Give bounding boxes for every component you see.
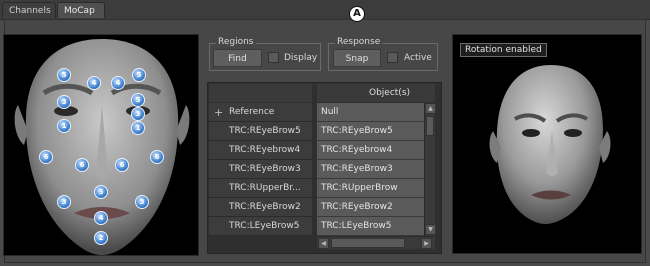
active-label: Active <box>404 53 432 63</box>
list-item-label: TRC:RUpperBr... <box>229 183 301 193</box>
face-marker[interactable]: 4 <box>87 76 101 90</box>
list-item-label: TRC:REyeBrow5 <box>229 126 301 136</box>
regions-group-title: Regions <box>216 37 256 47</box>
list-item-label: TRC:REyebrow4 <box>229 145 301 155</box>
active-checkbox[interactable] <box>387 52 398 63</box>
object-row[interactable]: TRC:REyebrow4 <box>317 141 424 160</box>
face-marker[interactable]: 3 <box>135 195 149 209</box>
display-checkbox[interactable] <box>268 52 279 63</box>
face-marker[interactable]: 6 <box>150 150 164 164</box>
face-marker[interactable]: 4 <box>94 211 108 225</box>
object-row[interactable]: TRC:REyeBrow2 <box>317 198 424 217</box>
face-marker[interactable]: 3 <box>57 95 71 109</box>
objects-header: Object(s) <box>317 84 435 102</box>
object-row-label: TRC:RUpperBrow <box>321 183 398 193</box>
objects-header-label: Object(s) <box>369 88 411 98</box>
scroll-down-icon[interactable]: ▼ <box>425 224 436 235</box>
rotation-enabled-text: Rotation enabled <box>465 45 542 55</box>
tab-mocap-label: MoCap <box>64 6 95 16</box>
snap-button-label: Snap <box>345 54 369 64</box>
object-row-label: TRC:LEyeBrow5 <box>321 221 392 231</box>
face-marker[interactable]: 1 <box>57 119 71 133</box>
face-marker[interactable]: 6 <box>115 158 129 172</box>
tab-bar: Channels MoCap <box>0 0 650 20</box>
mapping-list-area: Object(s) + Reference TRC:REyeBrow5 TRC:… <box>207 82 442 254</box>
object-row[interactable]: Null <box>317 103 424 122</box>
preview-face-image <box>489 65 611 224</box>
add-icon[interactable]: + <box>214 103 223 121</box>
object-row-label: TRC:REyeBrow3 <box>321 164 393 174</box>
scroll-up-icon[interactable]: ▲ <box>425 103 436 114</box>
scroll-left-icon[interactable]: ◀ <box>318 238 329 249</box>
left-list-header <box>209 84 312 102</box>
list-item[interactable]: TRC:LEyeBrow5 <box>209 217 312 236</box>
face-marker[interactable]: 3 <box>57 195 71 209</box>
callout-a-badge: A <box>349 6 365 22</box>
rotation-preview[interactable]: Rotation enabled <box>452 34 642 254</box>
face-marker[interactable]: 6 <box>39 150 53 164</box>
list-item-label: Reference <box>229 107 275 117</box>
tab-channels-label: Channels <box>9 6 51 16</box>
object-row-label: TRC:REyeBrow2 <box>321 202 393 212</box>
face-marker[interactable]: 5 <box>57 68 71 82</box>
objects-vertical-scrollbar[interactable]: ▲ ▼ <box>424 103 436 236</box>
find-button[interactable]: Find <box>213 49 262 67</box>
display-label: Display <box>284 53 318 63</box>
list-item[interactable]: TRC:REyeBrow5 <box>209 122 312 141</box>
list-item-label: TRC:LEyeBrow5 <box>229 221 300 231</box>
snap-button[interactable]: Snap <box>333 49 381 67</box>
list-item[interactable]: TRC:REyebrow4 <box>209 141 312 160</box>
list-item-label: TRC:REyeBrow3 <box>229 164 301 174</box>
face-marker[interactable]: 4 <box>111 76 125 90</box>
list-item[interactable]: TRC:REyeBrow3 <box>209 160 312 179</box>
list-item-reference[interactable]: + Reference <box>209 103 312 122</box>
list-item[interactable]: TRC:RUpperBr... <box>209 179 312 198</box>
face-marker[interactable]: 5 <box>131 93 145 107</box>
response-group-title: Response <box>335 37 383 47</box>
objects-horizontal-scrollbar[interactable]: ◀ ▶ <box>317 236 435 249</box>
tab-channels[interactable]: Channels <box>2 2 56 18</box>
find-button-label: Find <box>228 54 247 64</box>
list-item-label: TRC:REyeBrow2 <box>229 202 301 212</box>
object-row-label: Null <box>321 107 339 117</box>
face-marker[interactable]: 6 <box>75 158 89 172</box>
list-item[interactable]: TRC:REyeBrow2 <box>209 198 312 217</box>
object-row[interactable]: TRC:REyeBrow5 <box>317 122 424 141</box>
scroll-thumb[interactable] <box>331 238 405 248</box>
object-row[interactable]: TRC:LEyeBrow5 <box>317 217 424 236</box>
face-marker-view[interactable]: 5 5 4 4 5 3 3 1 1 6 6 6 6 5 3 3 4 2 <box>3 34 199 256</box>
object-row-label: TRC:REyebrow4 <box>321 145 393 155</box>
tab-mocap[interactable]: MoCap <box>57 2 105 18</box>
object-row-label: TRC:REyeBrow5 <box>321 126 393 136</box>
object-row[interactable]: TRC:REyeBrow3 <box>317 160 424 179</box>
rotation-enabled-label: Rotation enabled <box>460 43 547 57</box>
face-marker[interactable]: 1 <box>131 121 145 135</box>
object-row[interactable]: TRC:RUpperBrow <box>317 179 424 198</box>
scroll-right-icon[interactable]: ▶ <box>421 238 432 249</box>
face-marker[interactable]: 5 <box>132 68 146 82</box>
face-marker[interactable]: 2 <box>94 231 108 245</box>
face-marker[interactable]: 5 <box>94 185 108 199</box>
face-marker[interactable]: 3 <box>131 107 145 121</box>
scroll-thumb[interactable] <box>426 116 434 136</box>
